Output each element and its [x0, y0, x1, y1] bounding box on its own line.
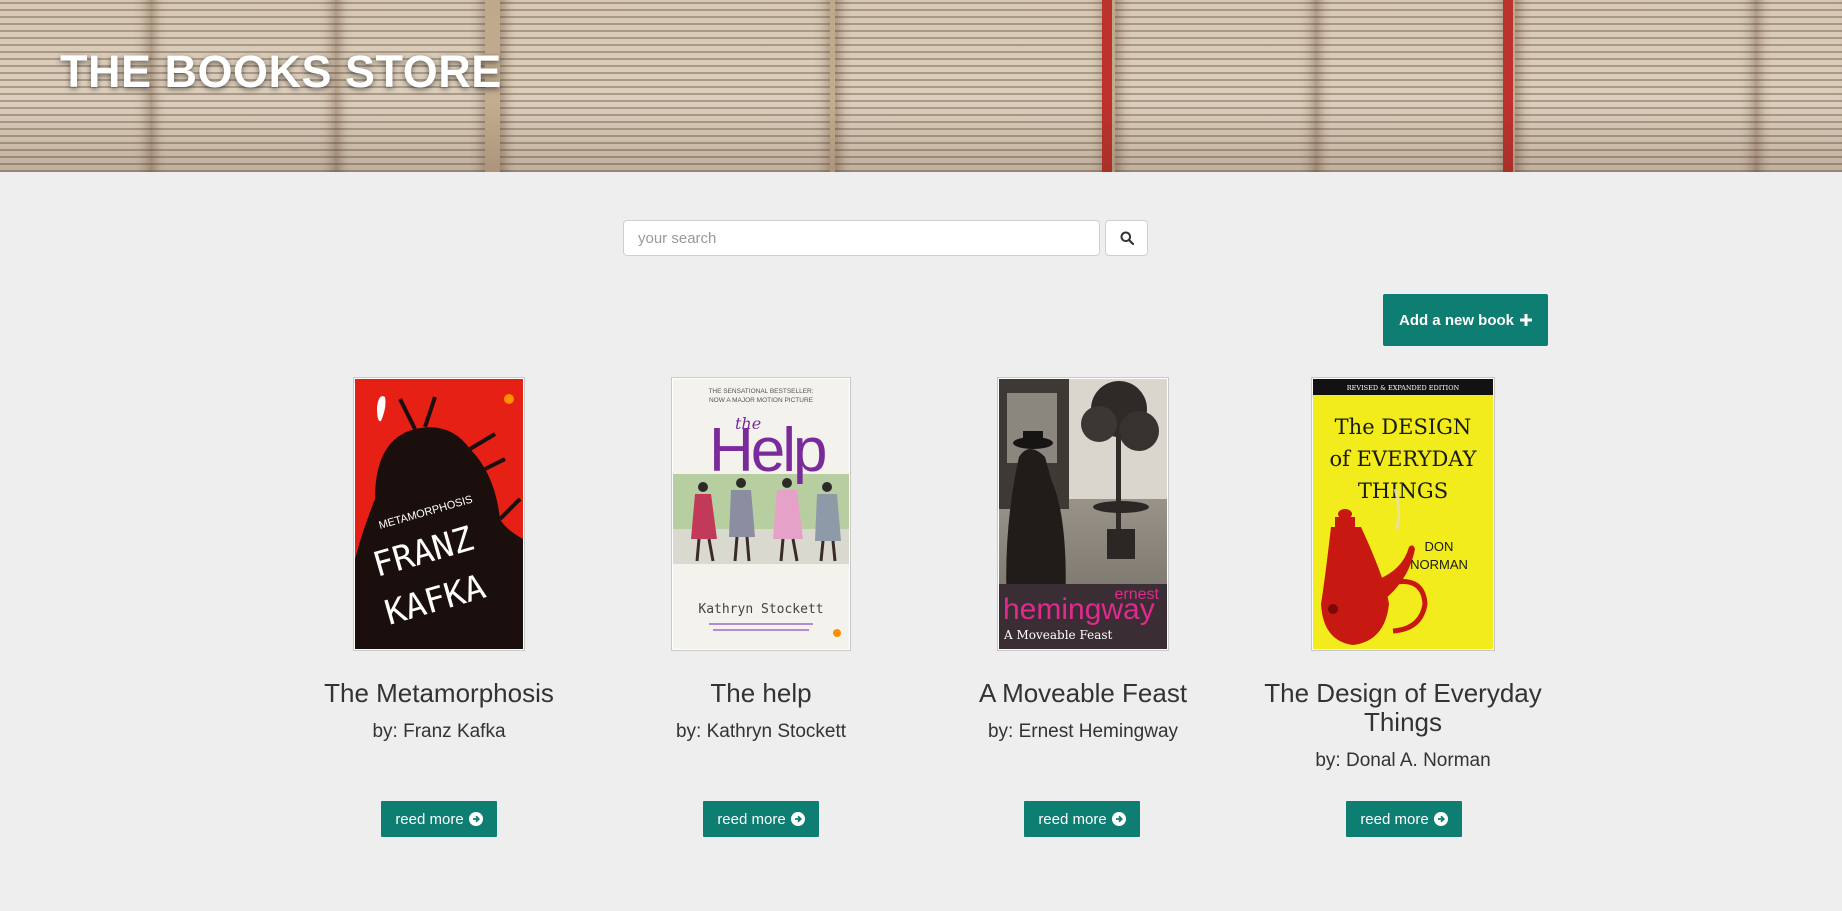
read-more-button[interactable]: reed more: [1346, 801, 1462, 837]
read-more-button[interactable]: reed more: [703, 801, 819, 837]
arrow-circle-right-icon: [1111, 812, 1126, 826]
read-more-button[interactable]: reed more: [381, 801, 497, 837]
add-book-button[interactable]: Add a new book: [1383, 294, 1548, 346]
book-author: by: Kathryn Stockett: [675, 721, 847, 742]
site-title: THE BOOKS STORE: [60, 46, 502, 97]
cover-title-big: Help: [709, 416, 825, 485]
cover-author-2: NORMAN: [1410, 557, 1468, 572]
book-card: ernest hemingway A Moveable Feast A Move…: [923, 377, 1243, 742]
book-cover[interactable]: REVISED & EXPANDED EDITION The DESIGN of…: [1311, 377, 1495, 651]
book-title[interactable]: The Design of Everyday Things: [1243, 679, 1563, 737]
arrow-circle-right-icon: [468, 812, 483, 826]
search-input[interactable]: [623, 220, 1100, 256]
cover-author-1: DON: [1425, 539, 1454, 554]
cover-line-3: THINGS: [1358, 479, 1448, 503]
header-banner: THE BOOKS STORE: [0, 0, 1842, 172]
read-more-label: reed more: [1038, 810, 1107, 828]
search-bar: [623, 220, 1148, 256]
plus-icon: [1520, 314, 1532, 326]
cover-author: Kathryn Stockett: [698, 602, 823, 617]
book-author: by: Franz Kafka: [372, 721, 506, 742]
book-author: by: Donal A. Norman: [1315, 750, 1491, 771]
book-author: by: Ernest Hemingway: [987, 721, 1179, 742]
cover-author-big: hemingway: [1003, 593, 1155, 626]
search-button[interactable]: [1105, 220, 1148, 256]
book-card: REVISED & EXPANDED EDITION The DESIGN of…: [1243, 377, 1563, 771]
book-card: METAMORPHOSIS FRANZ KAFKA The Metamorpho…: [279, 377, 599, 742]
read-more-label: reed more: [1360, 810, 1429, 828]
arrow-circle-right-icon: [1433, 812, 1448, 826]
add-book-label: Add a new book: [1398, 311, 1514, 329]
book-card: THE SENSATIONAL BESTSELLER: NOW A MAJOR …: [601, 377, 921, 742]
cover-tagline-2: NOW A MAJOR MOTION PICTURE: [709, 397, 814, 404]
cover-line-1: The DESIGN: [1335, 415, 1472, 439]
book-cover[interactable]: METAMORPHOSIS FRANZ KAFKA: [353, 377, 525, 651]
arrow-circle-right-icon: [790, 812, 805, 826]
book-title[interactable]: A Moveable Feast: [923, 679, 1243, 708]
book-title[interactable]: The help: [601, 679, 921, 708]
book-cover[interactable]: THE SENSATIONAL BESTSELLER: NOW A MAJOR …: [671, 377, 851, 651]
cover-edition: REVISED & EXPANDED EDITION: [1347, 384, 1460, 392]
book-title[interactable]: The Metamorphosis: [279, 679, 599, 708]
read-more-label: reed more: [717, 810, 786, 828]
read-more-button[interactable]: reed more: [1024, 801, 1140, 837]
read-more-label: reed more: [395, 810, 464, 828]
search-icon: [1120, 231, 1134, 245]
cover-tagline-1: THE SENSATIONAL BESTSELLER:: [708, 388, 813, 395]
book-cover[interactable]: ernest hemingway A Moveable Feast: [997, 377, 1169, 651]
cover-line-2: of EVERYDAY: [1330, 447, 1478, 471]
cover-book-title: A Moveable Feast: [1003, 628, 1113, 642]
